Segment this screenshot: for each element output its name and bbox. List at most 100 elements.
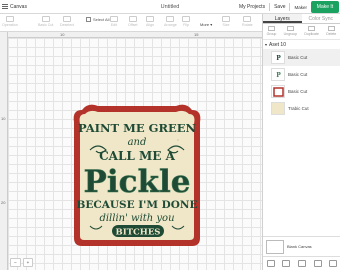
pickle-text-thumb: P (271, 68, 285, 81)
tool-label: Flip (183, 23, 189, 27)
layer-label: Basic Cut (288, 55, 308, 60)
tool-label: Duplicate (304, 32, 319, 36)
layer-row[interactable]: Trabic Cut (263, 100, 340, 117)
operation-icon (5, 16, 14, 22)
layers-panel: Layers Color Sync Group Ungroup Duplicat… (262, 14, 340, 270)
machine-label: Maker (294, 4, 307, 10)
size-tool[interactable]: Size (222, 16, 230, 27)
operation-tool[interactable]: Operation (2, 16, 18, 27)
delete-button[interactable]: Delete (326, 26, 336, 39)
attach-icon[interactable] (297, 260, 306, 267)
contour-icon[interactable] (329, 260, 338, 267)
blank-canvas-row[interactable]: Blank Canvas (263, 236, 340, 256)
tool-label: Arrange (164, 23, 177, 27)
size-icon (222, 16, 230, 22)
pickle-text-thumb: P (271, 51, 285, 64)
line-paint-me-green: PAINT ME GREEN (78, 121, 197, 135)
tool-label: Ungroup (283, 32, 298, 36)
vertical-ruler: 10 20 (0, 32, 8, 270)
tab-layers[interactable]: Layers (263, 14, 302, 23)
edit-icon (110, 16, 118, 22)
layer-set-header[interactable]: ▾ Aset 10 (263, 40, 340, 49)
layer-label: Basic Cut (288, 72, 308, 77)
layer-row[interactable]: Basic Cut (263, 83, 340, 100)
line-bitches: BITCHES (116, 228, 161, 238)
layer-tools: Group Ungroup Duplicate Delete (263, 24, 340, 40)
layer-row[interactable]: P Basic Cut (263, 49, 340, 66)
pickle-design[interactable]: PAINT ME GREEN and CALL ME A Pickle BECA… (68, 100, 206, 252)
top-bar: Canvas Untitled My Projects Save Maker M… (0, 0, 340, 14)
set-name: Aset 10 (269, 41, 286, 48)
rotate-tool[interactable]: Rotate (242, 16, 253, 27)
tool-label: Edit (110, 23, 118, 27)
machine-selector[interactable]: Maker (294, 5, 307, 10)
edit-tool[interactable]: Edit (110, 16, 118, 27)
flip-icon (182, 16, 190, 22)
tool-label: Align (146, 23, 154, 27)
frame-thumb (271, 85, 285, 98)
more-label: More (200, 22, 210, 27)
blank-canvas-thumb (266, 239, 284, 254)
group-icon (267, 26, 275, 31)
panel-bottom-tools (263, 256, 340, 270)
ruler-mark: 10 (60, 32, 65, 37)
deselect-tool[interactable]: Deselect (60, 16, 74, 27)
zoom-out-button[interactable]: − (10, 258, 21, 267)
layer-label: Trabic Cut (288, 106, 309, 111)
cream-fill-thumb (271, 102, 285, 115)
combine-icon[interactable] (282, 260, 291, 267)
line-because: BECAUSE I'M DONE (76, 199, 197, 211)
trash-icon (327, 26, 335, 31)
blank-canvas-label: Blank Canvas (287, 244, 312, 249)
svg-text:P: P (276, 55, 281, 62)
top-right-controls: My Projects Save Maker Make It (239, 0, 340, 14)
select-all-label: Select All (93, 17, 110, 22)
line-call-me-a: CALL ME A (99, 149, 176, 163)
canvas-menu-button[interactable]: Canvas (0, 4, 40, 10)
duplicate-button[interactable]: Duplicate (304, 26, 319, 39)
tool-label: Size (222, 23, 230, 27)
edit-toolbar: Operation Basic Cut Deselect Select All … (0, 14, 262, 32)
arrange-icon (166, 16, 175, 22)
align-icon (146, 16, 154, 22)
line-and: and (128, 137, 147, 148)
flip-tool[interactable]: Flip (182, 16, 190, 27)
arrange-tool[interactable]: Arrange (164, 16, 177, 27)
hamburger-icon (2, 4, 8, 9)
select-all-checkbox[interactable]: Select All (86, 17, 109, 22)
flatten-icon[interactable] (313, 260, 322, 267)
tool-label: Group (266, 32, 277, 36)
ruler-mark: 20 (1, 200, 6, 205)
ungroup-icon (286, 26, 294, 31)
offset-tool[interactable]: Offset (128, 16, 138, 27)
svg-text:P: P (276, 72, 281, 79)
basic-cut-tool[interactable]: Basic Cut (38, 16, 53, 27)
line-pickle: Pickle (84, 164, 191, 200)
save-button[interactable]: Save (274, 4, 285, 10)
canvas-label: Canvas (10, 3, 27, 10)
more-menu[interactable]: More ▾ (200, 22, 212, 27)
ungroup-button[interactable]: Ungroup (284, 26, 297, 39)
my-projects-link[interactable]: My Projects (239, 4, 265, 10)
tool-label: Basic Cut (38, 23, 54, 27)
checkbox-icon (86, 17, 91, 22)
layer-row[interactable]: P Basic Cut (263, 66, 340, 83)
zoom-controls: − + (10, 258, 34, 267)
cut-icon (41, 16, 50, 22)
align-tool[interactable]: Align (146, 16, 154, 27)
slice-icon[interactable] (266, 260, 275, 267)
group-button[interactable]: Group (266, 26, 277, 39)
make-it-button[interactable]: Make It (311, 1, 339, 13)
duplicate-icon (308, 26, 316, 31)
tool-label: Delete (326, 32, 337, 36)
design-canvas[interactable]: PAINT ME GREEN and CALL ME A Pickle BECA… (8, 38, 262, 270)
panel-tabs: Layers Color Sync (263, 14, 340, 24)
tab-color-sync[interactable]: Color Sync (302, 14, 340, 23)
divider (269, 3, 271, 11)
line-dillin: dillin' with you (99, 213, 174, 224)
zoom-in-button[interactable]: + (22, 258, 34, 267)
divider (289, 3, 291, 11)
tool-label: Deselect (60, 23, 74, 27)
ruler-mark: 15 (194, 32, 199, 37)
rotate-icon (243, 16, 252, 22)
